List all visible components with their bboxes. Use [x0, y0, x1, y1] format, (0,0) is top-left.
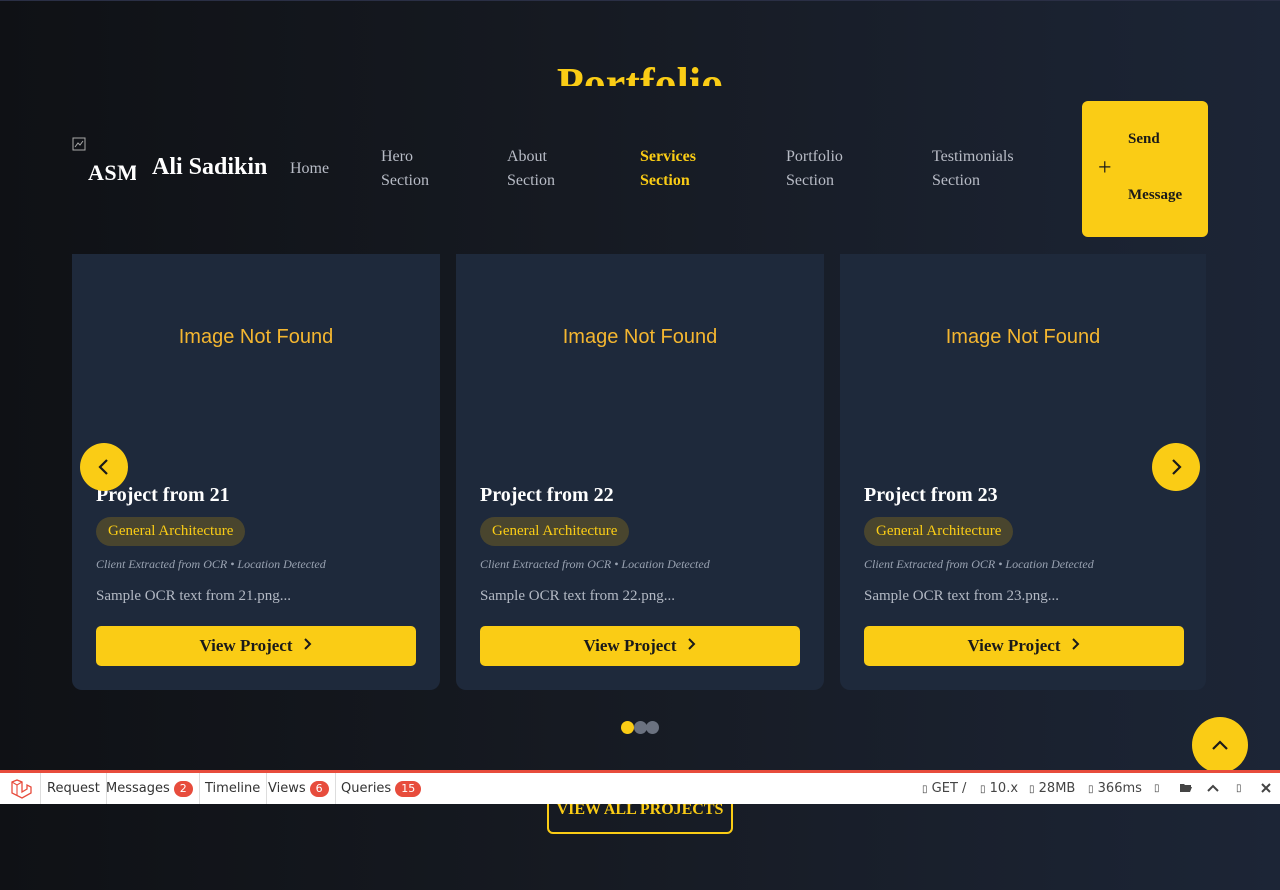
nav-services-label-1: Services [640, 148, 696, 165]
project-category-tag: General Architecture [864, 517, 1014, 546]
carousel-prev-button[interactable] [80, 443, 128, 491]
project-category-tag: General Architecture [96, 517, 246, 546]
debug-tab-request[interactable]: Request [40, 773, 107, 804]
send-message-label-2: Message [1128, 187, 1183, 203]
carousel-dot-1[interactable] [621, 721, 634, 734]
laravel-logo-icon[interactable] [10, 779, 32, 803]
nav-about-section[interactable]: About Section [507, 145, 555, 193]
project-image-fallback: Image Not Found [945, 326, 1101, 348]
nav-services-section[interactable]: Services Section [640, 145, 696, 193]
nav-about-label-2: Section [507, 172, 555, 189]
project-title: Project from 23 [864, 484, 998, 506]
maximize-icon[interactable]: ▯ [1154, 773, 1160, 804]
debug-version-value: 10.x [989, 781, 1019, 796]
nav-services-label-2: Section [640, 172, 690, 189]
debug-bar: Request Messages 2 Timeline Views 6 Querie… [0, 770, 1280, 804]
nav-home[interactable]: Home [290, 157, 329, 181]
chevron-right-icon [302, 637, 312, 655]
folder-open-icon[interactable] [1179, 773, 1193, 804]
project-meta: Client Extracted from OCR • Location Det… [864, 557, 1094, 571]
debug-request-method[interactable]: ▯ GET / [922, 773, 966, 804]
project-category-tag: General Architecture [480, 517, 630, 546]
chevron-right-icon [1172, 459, 1182, 475]
project-description: Sample OCR text from 22.png... [480, 588, 675, 604]
carousel-next-button[interactable] [1152, 443, 1200, 491]
chevron-left-icon [98, 459, 108, 475]
plus-icon: + [1098, 155, 1112, 181]
debug-tab-views[interactable]: Views 6 [262, 773, 336, 804]
brand-name[interactable]: Ali Sadikin [152, 154, 267, 181]
view-project-label: View Project [583, 636, 677, 655]
view-project-button[interactable]: View Project [864, 626, 1184, 666]
scroll-to-top-button[interactable] [1192, 717, 1248, 773]
version-icon: ▯ [980, 784, 986, 795]
debug-tab-label: Messages [106, 781, 170, 796]
nav-hero-label-2: Section [381, 172, 429, 189]
debug-time-value: 366ms [1097, 781, 1142, 796]
broken-image-icon [72, 137, 88, 153]
project-description: Sample OCR text from 23.png... [864, 588, 1059, 604]
logo-alt-text: ASM [88, 160, 136, 185]
debug-tab-messages[interactable]: Messages 2 [100, 773, 200, 804]
debug-tab-label: Queries [341, 781, 392, 796]
clock-icon: ▯ [1088, 784, 1094, 795]
debug-version: ▯ 10.x [980, 773, 1018, 804]
view-project-button[interactable]: View Project [96, 626, 416, 666]
debug-badge: 6 [309, 781, 329, 797]
debug-badge: 15 [395, 781, 422, 797]
send-message-label-1: Send [1128, 131, 1160, 147]
nav-portfolio-section[interactable]: Portfolio Section [786, 145, 843, 193]
project-meta: Client Extracted from OCR • Location Det… [480, 557, 710, 571]
memory-icon: ▯ [1029, 784, 1035, 795]
nav-testimonials-section[interactable]: Testimonials Section [932, 145, 1014, 193]
debug-method-value: GET / [931, 781, 967, 796]
project-title: Project from 22 [480, 484, 614, 506]
debug-tab-label: Request [47, 781, 100, 796]
debug-tab-timeline[interactable]: Timeline [199, 773, 268, 804]
nav-about-label-1: About [507, 148, 547, 165]
nav-hero-section[interactable]: Hero Section [381, 145, 429, 193]
nav-home-label: Home [290, 160, 330, 177]
nav-hero-label-1: Hero [381, 148, 413, 165]
debug-time: ▯ 366ms [1088, 773, 1142, 804]
view-project-label: View Project [967, 636, 1061, 655]
nav-portfolio-label-2: Section [786, 172, 834, 189]
debug-memory: ▯ 28MB [1029, 773, 1075, 804]
project-image-fallback: Image Not Found [562, 326, 718, 348]
debug-tab-label: Views [268, 781, 306, 796]
send-message-button[interactable]: + Send Message [1082, 101, 1208, 237]
project-description: Sample OCR text from 21.png... [96, 588, 291, 604]
chevron-up-icon [1212, 740, 1228, 750]
debug-memory-value: 28MB [1038, 781, 1076, 796]
chevron-up-icon[interactable] [1206, 773, 1220, 804]
debug-badge: 2 [173, 781, 193, 797]
nav-portfolio-label-1: Portfolio [786, 148, 843, 165]
section-title: Portfolio [556, 59, 724, 86]
debug-tab-queries[interactable]: Queries 15 [335, 773, 427, 804]
close-icon[interactable] [1260, 773, 1272, 804]
project-meta: Client Extracted from OCR • Location Det… [96, 557, 326, 571]
window-icon[interactable]: ▯ [1236, 773, 1242, 804]
project-card-3: Image Not Found Project from 23 General … [840, 254, 1206, 690]
chevron-right-icon [686, 637, 696, 655]
project-card-2: Image Not Found Project from 22 General … [456, 254, 824, 690]
project-image-fallback: Image Not Found [178, 326, 334, 348]
carousel-dot-3[interactable] [646, 721, 659, 734]
debug-tab-label: Timeline [205, 781, 261, 796]
chevron-right-icon [1070, 637, 1080, 655]
route-icon: ▯ [922, 784, 928, 795]
logo[interactable]: ASM [72, 137, 136, 187]
view-project-label: View Project [199, 636, 293, 655]
view-project-button[interactable]: View Project [480, 626, 800, 666]
nav-testimonials-label-1: Testimonials [932, 148, 1014, 165]
top-border [0, 0, 1280, 1]
nav-testimonials-label-2: Section [932, 172, 980, 189]
